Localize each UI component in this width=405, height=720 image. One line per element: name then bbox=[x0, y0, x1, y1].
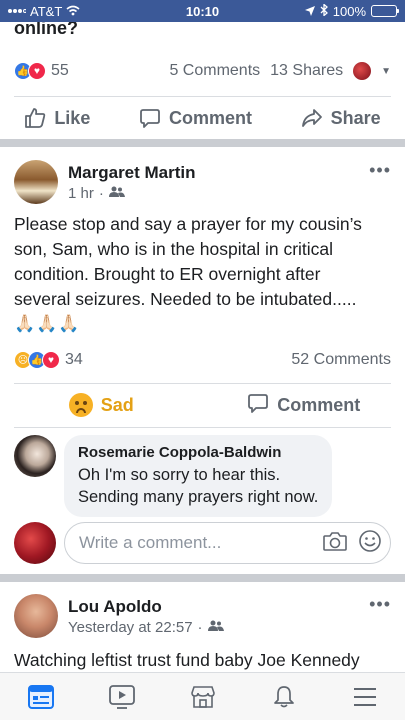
author-name[interactable]: Lou Apoldo bbox=[68, 597, 369, 617]
prev-post-actions: Like Comment Share bbox=[0, 96, 405, 140]
avatar[interactable] bbox=[14, 594, 58, 638]
comment-bubble-icon bbox=[139, 107, 161, 129]
location-icon bbox=[304, 4, 315, 19]
bottom-tab-bar bbox=[0, 672, 405, 720]
comment-placeholder: Write a comment... bbox=[79, 533, 222, 552]
share-button[interactable]: Share bbox=[301, 107, 381, 129]
post-reactions[interactable]: ☹ 👍 ♥ 34 52 Comments bbox=[14, 351, 391, 369]
thumbs-up-icon bbox=[24, 107, 46, 129]
post-header: Lou Apoldo Yesterday at 22:57 · ••• bbox=[14, 592, 391, 640]
share-arrow-icon bbox=[301, 107, 323, 129]
shares-count[interactable]: 13 Shares bbox=[270, 62, 343, 80]
friends-privacy-icon bbox=[108, 185, 125, 202]
wifi-icon bbox=[66, 4, 80, 19]
status-bar: AT&T 10:10 100% bbox=[0, 0, 405, 22]
comment-author[interactable]: Rosemarie Coppola-Baldwin bbox=[78, 444, 318, 461]
menu-icon[interactable] bbox=[345, 677, 385, 717]
reaction-count: 55 bbox=[51, 62, 69, 79]
prev-post-reactions[interactable]: 👍 ♥ 55 5 Comments 13 Shares ▼ bbox=[14, 62, 391, 80]
sad-face-icon bbox=[68, 393, 93, 417]
chevron-down-icon[interactable]: ▼ bbox=[381, 66, 391, 77]
comment-item: Rosemarie Coppola-Baldwin Oh I'm so sorr… bbox=[14, 435, 391, 517]
post-time[interactable]: 1 hr bbox=[68, 185, 94, 202]
comment-bubble[interactable]: Rosemarie Coppola-Baldwin Oh I'm so sorr… bbox=[64, 435, 333, 517]
watch-icon[interactable] bbox=[102, 677, 142, 717]
comments-count[interactable]: 5 Comments bbox=[169, 62, 260, 80]
battery-icon bbox=[371, 5, 399, 17]
comment-text: Oh I'm so sorry to hear this. Sending ma… bbox=[78, 466, 319, 506]
post-text: Please stop and say a prayer for my cous… bbox=[14, 214, 362, 309]
reaction-count: 34 bbox=[65, 351, 83, 368]
carrier-label: AT&T bbox=[30, 3, 63, 19]
post-header: Margaret Martin 1 hr · ••• bbox=[14, 158, 391, 206]
post-separator bbox=[0, 139, 405, 147]
comment-button[interactable]: Comment bbox=[203, 392, 405, 419]
notifications-icon[interactable] bbox=[264, 677, 304, 717]
post-separator bbox=[0, 574, 405, 582]
comment-bubble-icon bbox=[247, 392, 269, 419]
friends-privacy-icon bbox=[207, 619, 224, 636]
post-time[interactable]: Yesterday at 22:57 bbox=[68, 619, 193, 636]
post-text: Watching leftist trust fund baby Joe Ken… bbox=[14, 650, 360, 670]
avatar[interactable] bbox=[14, 160, 58, 204]
viewer-avatar[interactable] bbox=[353, 62, 372, 80]
bluetooth-icon bbox=[320, 2, 328, 19]
emoji-smiley-icon[interactable] bbox=[358, 529, 382, 558]
divider bbox=[14, 427, 391, 428]
post-actions: Sad Comment bbox=[0, 383, 405, 427]
battery-percent: 100% bbox=[332, 3, 366, 19]
news-feed-icon[interactable] bbox=[21, 677, 61, 717]
author-name[interactable]: Margaret Martin bbox=[68, 163, 369, 183]
marketplace-icon[interactable] bbox=[183, 677, 223, 717]
comment-input[interactable]: Write a comment... bbox=[64, 522, 391, 564]
sad-reaction-button[interactable]: Sad bbox=[0, 393, 203, 417]
signal-icon bbox=[8, 4, 27, 19]
praying-hands-emoji: 🙏🏻🙏🏻🙏🏻 bbox=[14, 314, 81, 333]
comments-count[interactable]: 52 Comments bbox=[291, 351, 391, 369]
more-options-icon[interactable]: ••• bbox=[369, 594, 391, 615]
camera-icon[interactable] bbox=[322, 530, 348, 557]
write-comment-bar: Write a comment... bbox=[14, 522, 391, 564]
viewer-avatar[interactable] bbox=[14, 522, 56, 564]
news-feed[interactable]: online? 👍 ♥ 55 5 Comments 13 Shares ▼ Li… bbox=[0, 22, 405, 672]
more-options-icon[interactable]: ••• bbox=[369, 160, 391, 181]
comment-button[interactable]: Comment bbox=[139, 107, 252, 129]
prev-post-text: online? bbox=[14, 22, 78, 38]
avatar[interactable] bbox=[14, 435, 56, 477]
love-reaction-icon: ♥ bbox=[28, 62, 46, 80]
love-reaction-icon: ♥ bbox=[42, 351, 60, 369]
like-button[interactable]: Like bbox=[24, 107, 90, 129]
